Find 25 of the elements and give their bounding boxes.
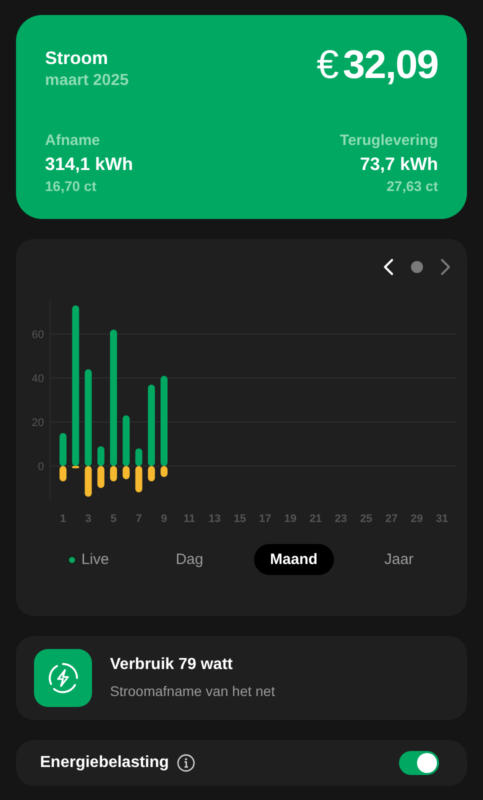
usage-title: Verbruik 79 watt	[110, 655, 233, 675]
total-amount: 32,09	[342, 43, 438, 87]
card-title: Stroom	[45, 47, 108, 69]
period-tab[interactable]: Jaar	[368, 544, 430, 575]
usage-card[interactable]: Verbruik 79 watt Stroomafname van het net	[16, 636, 467, 720]
page-dot-icon	[411, 261, 423, 273]
stat-value: 314,1 kWh	[45, 153, 134, 176]
stat-value: 73,7 kWh	[360, 153, 438, 176]
currency-symbol: €	[316, 43, 339, 87]
period-tab[interactable]: Live	[53, 544, 125, 575]
toggle-switch[interactable]	[399, 751, 439, 775]
period-tab[interactable]: Dag	[160, 544, 220, 575]
info-icon[interactable]	[176, 754, 195, 772]
stat-price: 27,63 ct	[386, 177, 438, 195]
live-dot-icon	[69, 556, 76, 562]
previous-icon[interactable]	[383, 258, 395, 276]
period-label: maart 2025	[45, 71, 129, 91]
setting-label: Energiebelasting	[40, 754, 169, 772]
next-icon[interactable]	[439, 258, 451, 276]
stat-label: Teruglevering	[340, 131, 438, 151]
usage-subtitle: Stroomafname van het net	[110, 682, 275, 701]
stat-price: 16,70 ct	[45, 177, 96, 195]
period-tab[interactable]: Maand	[254, 544, 334, 575]
stat-label: Afname	[45, 131, 100, 151]
lightning-icon	[34, 649, 92, 707]
